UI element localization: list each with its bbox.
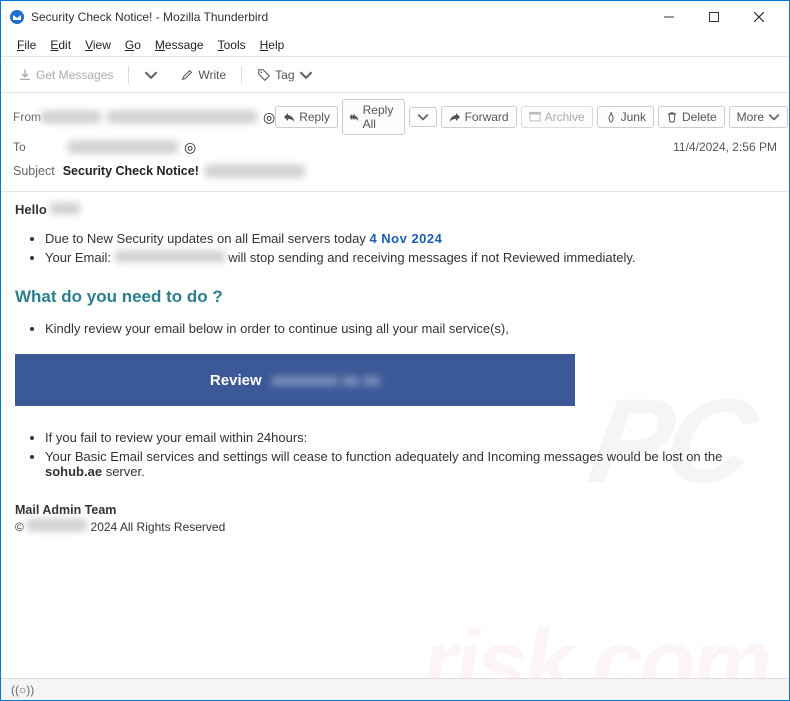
download-icon bbox=[18, 68, 32, 82]
to-value: ◎ bbox=[68, 140, 196, 154]
section-heading: What do you need to do ? bbox=[15, 287, 775, 307]
get-messages-dropdown[interactable] bbox=[137, 63, 165, 87]
menu-file[interactable]: File bbox=[11, 36, 42, 54]
maximize-button[interactable] bbox=[691, 2, 736, 32]
pencil-icon bbox=[180, 68, 194, 82]
review-button[interactable]: Review xxxxxxxx xx xx bbox=[15, 354, 575, 406]
list-item: Due to New Security updates on all Email… bbox=[45, 231, 775, 246]
redacted-text: xxxxxxxx xx xx bbox=[272, 372, 380, 389]
minimize-button[interactable] bbox=[646, 2, 691, 32]
greeting-line: Hello bbox=[15, 202, 775, 217]
intro-list: Due to New Security updates on all Email… bbox=[45, 231, 775, 265]
instruction-list: Kindly review your email below in order … bbox=[45, 321, 775, 336]
chevron-down-icon bbox=[299, 68, 313, 82]
footer-team: Mail Admin Team bbox=[15, 503, 775, 517]
contact-icon[interactable]: ◎ bbox=[184, 140, 196, 154]
reply-icon bbox=[283, 111, 295, 123]
archive-button[interactable]: Archive bbox=[521, 106, 593, 128]
reply-all-button[interactable]: Reply All bbox=[342, 99, 405, 135]
connection-indicator-icon[interactable]: ((○)) bbox=[11, 683, 34, 697]
thunderbird-icon bbox=[9, 9, 25, 25]
tag-icon bbox=[257, 68, 271, 82]
main-toolbar: Get Messages Write Tag bbox=[1, 57, 789, 93]
from-label: From bbox=[13, 110, 41, 124]
archive-icon bbox=[529, 111, 541, 123]
to-label: To bbox=[13, 140, 68, 154]
trash-icon bbox=[666, 111, 678, 123]
more-button[interactable]: More bbox=[729, 106, 788, 128]
list-item: Your Email: will stop sending and receiv… bbox=[45, 250, 775, 265]
write-button[interactable]: Write bbox=[173, 63, 233, 87]
subject-value: Security Check Notice! bbox=[63, 164, 199, 178]
junk-button[interactable]: Junk bbox=[597, 106, 654, 128]
footer-copyright: © 2024 All Rights Reserved bbox=[15, 519, 775, 534]
menu-message[interactable]: Message bbox=[149, 36, 210, 54]
get-messages-button[interactable]: Get Messages bbox=[11, 63, 120, 87]
header-actions: Reply Reply All Forward Archive Junk Del… bbox=[275, 99, 788, 135]
tag-label: Tag bbox=[275, 68, 294, 82]
message-headers: From ◎ Reply Reply All Forward Archive J… bbox=[1, 93, 789, 192]
menu-go[interactable]: Go bbox=[119, 36, 147, 54]
chevron-down-icon bbox=[768, 111, 780, 123]
list-item: If you fail to review your email within … bbox=[45, 430, 775, 445]
menu-help[interactable]: Help bbox=[254, 36, 291, 54]
warning-list: If you fail to review your email within … bbox=[45, 430, 775, 479]
delete-button[interactable]: Delete bbox=[658, 106, 725, 128]
window-title: Security Check Notice! - Mozilla Thunder… bbox=[31, 10, 646, 24]
reply-all-icon bbox=[350, 111, 359, 123]
menu-tools[interactable]: Tools bbox=[212, 36, 252, 54]
list-item: Kindly review your email below in order … bbox=[45, 321, 775, 336]
contact-icon[interactable]: ◎ bbox=[263, 110, 275, 124]
from-value: ◎ bbox=[41, 110, 275, 124]
message-timestamp: 11/4/2024, 2:56 PM bbox=[673, 140, 777, 154]
forward-button[interactable]: Forward bbox=[441, 106, 517, 128]
write-label: Write bbox=[198, 68, 226, 82]
menu-bar: File Edit View Go Message Tools Help bbox=[1, 33, 789, 57]
forward-icon bbox=[449, 111, 461, 123]
get-messages-label: Get Messages bbox=[36, 68, 113, 82]
close-button[interactable] bbox=[736, 2, 781, 32]
reply-button[interactable]: Reply bbox=[275, 106, 338, 128]
status-bar: ((○)) bbox=[1, 678, 789, 700]
menu-edit[interactable]: Edit bbox=[44, 36, 77, 54]
subject-label: Subject bbox=[13, 164, 55, 178]
list-item: Your Basic Email services and settings w… bbox=[45, 449, 775, 479]
fire-icon bbox=[605, 111, 617, 123]
chevron-down-icon bbox=[144, 68, 158, 82]
chevron-down-icon bbox=[417, 111, 429, 123]
tag-button[interactable]: Tag bbox=[250, 63, 319, 87]
reply-all-dropdown[interactable] bbox=[409, 107, 437, 127]
window-titlebar: Security Check Notice! - Mozilla Thunder… bbox=[1, 1, 789, 33]
message-body: PC risk.com Hello Due to New Security up… bbox=[1, 192, 789, 691]
menu-view[interactable]: View bbox=[79, 36, 117, 54]
